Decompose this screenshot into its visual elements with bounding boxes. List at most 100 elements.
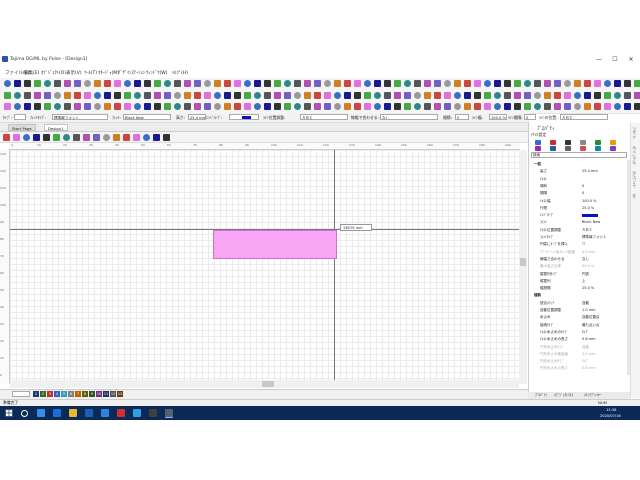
main-toolbar-tool-icon[interactable] bbox=[384, 80, 391, 87]
main-toolbar-tool-icon[interactable] bbox=[464, 80, 471, 87]
format-toolbar-tool-icon[interactable] bbox=[404, 103, 411, 110]
format-toolbar-tool-icon[interactable] bbox=[314, 103, 321, 110]
main-toolbar-tool-icon[interactable] bbox=[544, 80, 551, 87]
edit-toolbar-tool-icon[interactable] bbox=[174, 92, 181, 99]
main-toolbar-tool-icon[interactable] bbox=[404, 80, 411, 87]
format-toolbar-tool-icon[interactable] bbox=[144, 103, 151, 110]
digitizing-tool-icon[interactable] bbox=[163, 134, 170, 141]
edit-toolbar-tool-icon[interactable] bbox=[44, 92, 51, 99]
main-toolbar-tool-icon[interactable] bbox=[484, 80, 491, 87]
property-row[interactable]: 最大高さ比率 50.0 % bbox=[531, 263, 627, 270]
property-row[interactable]: 接続ﾀｲﾌﾟ 最も近い点 bbox=[531, 322, 627, 329]
color-swatch[interactable]: 10 bbox=[96, 391, 102, 397]
spacing-input[interactable]: 0 bbox=[455, 114, 469, 120]
edit-toolbar-tool-icon[interactable] bbox=[624, 92, 631, 99]
edit-toolbar-tool-icon[interactable] bbox=[74, 92, 81, 99]
main-toolbar-tool-icon[interactable] bbox=[574, 80, 581, 87]
main-toolbar-tool-icon[interactable] bbox=[14, 80, 21, 87]
property-row[interactable]: 行間 25.0 % bbox=[531, 205, 627, 212]
format-toolbar-tool-icon[interactable] bbox=[164, 103, 171, 110]
format-toolbar-tool-icon[interactable] bbox=[454, 103, 461, 110]
format-toolbar-tool-icon[interactable] bbox=[424, 103, 431, 110]
main-toolbar-tool-icon[interactable] bbox=[234, 80, 241, 87]
main-toolbar-tool-icon[interactable] bbox=[124, 80, 131, 87]
property-row[interactable]: 円弧にｶｰﾌﾞを挿入 ☐ bbox=[531, 241, 627, 248]
edit-toolbar-tool-icon[interactable] bbox=[524, 92, 531, 99]
tab-start-page[interactable]: Start Page bbox=[8, 124, 36, 131]
edit-toolbar-tool-icon[interactable] bbox=[224, 92, 231, 99]
mail-icon[interactable] bbox=[101, 409, 109, 417]
tab-stitch-player[interactable]: ｽﾃｯﾁﾌﾟﾚｲﾔｰ bbox=[584, 393, 602, 398]
edit-toolbar-tool-icon[interactable] bbox=[534, 92, 541, 99]
format-toolbar-tool-icon[interactable] bbox=[494, 103, 501, 110]
edit-toolbar-tool-icon[interactable] bbox=[194, 92, 201, 99]
main-toolbar-tool-icon[interactable] bbox=[4, 80, 11, 87]
main-toolbar-tool-icon[interactable] bbox=[394, 80, 401, 87]
format-toolbar-tool-icon[interactable] bbox=[264, 103, 271, 110]
color-swatch[interactable]: 7 bbox=[75, 391, 81, 397]
color-swatch[interactable]: 4 bbox=[54, 391, 60, 397]
edit-toolbar-tool-icon[interactable] bbox=[144, 92, 151, 99]
menu-item-4[interactable]: ﾂｰﾙ(T) bbox=[84, 70, 97, 76]
vertical-scrollbar[interactable] bbox=[519, 150, 527, 384]
format-toolbar-tool-icon[interactable] bbox=[524, 103, 531, 110]
main-toolbar-tool-icon[interactable] bbox=[54, 80, 61, 87]
edit-toolbar-tool-icon[interactable] bbox=[214, 92, 221, 99]
digitizing-tool-icon[interactable] bbox=[33, 134, 40, 141]
main-toolbar-tool-icon[interactable] bbox=[454, 80, 461, 87]
app-icon-red[interactable] bbox=[117, 409, 125, 417]
digitizing-tool-icon[interactable] bbox=[63, 134, 70, 141]
edit-toolbar-tool-icon[interactable] bbox=[444, 92, 451, 99]
text-position-select[interactable]: ＡＢＣ bbox=[560, 114, 608, 120]
color-swatch[interactable]: 2 bbox=[40, 391, 46, 397]
tab-design1[interactable]: Design1 bbox=[44, 124, 68, 131]
format-toolbar-tool-icon[interactable] bbox=[324, 103, 331, 110]
menu-item-8[interactable]: ﾍﾙﾌﾟ(H) bbox=[172, 70, 188, 76]
property-row[interactable]: ﾌｫﾝﾄ Block New bbox=[531, 219, 627, 226]
edit-toolbar-tool-icon[interactable] bbox=[334, 92, 341, 99]
main-toolbar-tool-icon[interactable] bbox=[284, 80, 291, 87]
color-swatch[interactable]: 12 bbox=[110, 391, 116, 397]
main-toolbar-tool-icon[interactable] bbox=[494, 80, 501, 87]
format-toolbar-tool-icon[interactable] bbox=[174, 103, 181, 110]
property-row[interactable]: ｴﾝﾍﾞﾛｰﾌﾟ bbox=[531, 212, 627, 219]
panel-tool-icon[interactable] bbox=[580, 146, 586, 151]
side-tab-properties[interactable]: ﾌﾟﾛﾊﾟﾃｨ bbox=[632, 127, 637, 139]
main-toolbar-tool-icon[interactable] bbox=[264, 80, 271, 87]
color-swatch[interactable]: 8 bbox=[82, 391, 88, 397]
font-select[interactable]: Block New bbox=[123, 114, 171, 120]
main-toolbar-tool-icon[interactable] bbox=[34, 80, 41, 87]
edit-toolbar-tool-icon[interactable] bbox=[634, 92, 640, 99]
main-toolbar-tool-icon[interactable] bbox=[444, 80, 451, 87]
color-swatch[interactable]: 5 bbox=[61, 391, 67, 397]
format-toolbar-tool-icon[interactable] bbox=[84, 103, 91, 110]
main-toolbar-tool-icon[interactable] bbox=[64, 80, 71, 87]
format-toolbar-tool-icon[interactable] bbox=[354, 103, 361, 110]
start-icon[interactable] bbox=[5, 409, 13, 417]
panel-tool-icon[interactable] bbox=[550, 146, 556, 151]
edit-toolbar-tool-icon[interactable] bbox=[54, 92, 61, 99]
format-toolbar-tool-icon[interactable] bbox=[4, 103, 11, 110]
format-toolbar-tool-icon[interactable] bbox=[334, 103, 341, 110]
main-toolbar-tool-icon[interactable] bbox=[144, 80, 151, 87]
edit-toolbar-tool-icon[interactable] bbox=[124, 92, 131, 99]
edit-toolbar-tool-icon[interactable] bbox=[514, 92, 521, 99]
format-toolbar-tool-icon[interactable] bbox=[114, 103, 121, 110]
format-toolbar-tool-icon[interactable] bbox=[484, 103, 491, 110]
digitizing-tool-icon[interactable] bbox=[43, 134, 50, 141]
edit-toolbar-tool-icon[interactable] bbox=[424, 92, 431, 99]
app-icon-blue[interactable] bbox=[133, 409, 141, 417]
property-row[interactable]: ﾌｫﾝﾄﾀｲﾌﾟ 標準線フォント bbox=[531, 234, 627, 241]
main-toolbar-tool-icon[interactable] bbox=[204, 80, 211, 87]
edit-toolbar-tool-icon[interactable] bbox=[154, 92, 161, 99]
edit-toolbar-tool-icon[interactable] bbox=[374, 92, 381, 99]
main-toolbar-tool-icon[interactable] bbox=[104, 80, 111, 87]
digitizing-tool-icon[interactable] bbox=[53, 134, 60, 141]
edit-toolbar-tool-icon[interactable] bbox=[284, 92, 291, 99]
format-toolbar-tool-icon[interactable] bbox=[544, 103, 551, 110]
format-toolbar-tool-icon[interactable] bbox=[64, 103, 71, 110]
main-toolbar-tool-icon[interactable] bbox=[74, 80, 81, 87]
tab-properties[interactable]: ﾌﾟﾛﾊﾟﾃｨ bbox=[535, 393, 547, 398]
property-row[interactable]: 縦間隔 25.0 % bbox=[531, 285, 627, 292]
main-toolbar-tool-icon[interactable] bbox=[294, 80, 301, 87]
